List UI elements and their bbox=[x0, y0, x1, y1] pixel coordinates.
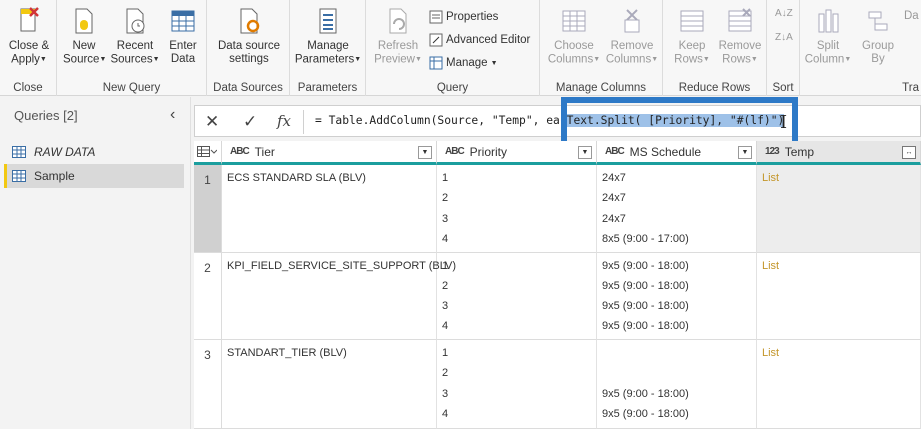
keep-rows-icon bbox=[680, 10, 704, 32]
new-source-icon bbox=[75, 8, 93, 34]
new-source-button[interactable]: New Source▼ bbox=[63, 6, 106, 67]
advanced-editor-button[interactable]: Advanced Editor bbox=[429, 33, 530, 47]
recent-sources-button[interactable]: Recent Sources▼ bbox=[109, 6, 161, 67]
table-cell[interactable]: ECS STANDARD SLA (BLV) bbox=[222, 165, 437, 253]
settings-doc-icon bbox=[240, 8, 260, 34]
row-number[interactable]: 1 bbox=[194, 165, 222, 253]
close-apply-icon bbox=[20, 7, 39, 32]
column-header-ms-schedule[interactable]: ABC MS Schedule ▼ bbox=[597, 141, 757, 165]
manage-columns-group: Choose Columns▼ Remove Columns▼ Manage C… bbox=[540, 0, 663, 96]
split-column-icon bbox=[818, 9, 839, 33]
table-icon bbox=[12, 170, 26, 182]
text-cursor-icon: I bbox=[780, 112, 788, 133]
query-group: Refresh Preview▼ Properties Advanced Edi… bbox=[366, 0, 540, 96]
data-sources-group: Data source settings Data Sources bbox=[207, 0, 290, 96]
table-cell[interactable]: 24x7 24x7 24x7 8x5 (9:00 - 17:00) bbox=[597, 165, 757, 253]
table-cell[interactable]: 9x5 (9:00 - 18:00) 9x5 (9:00 - 18:00) bbox=[597, 340, 757, 429]
number-type-icon: 123 bbox=[765, 146, 780, 157]
text-type-icon: ABC bbox=[230, 146, 250, 157]
remove-columns-icon bbox=[624, 9, 640, 33]
column-header-priority[interactable]: ABC Priority ▼ bbox=[437, 141, 597, 165]
manage-icon bbox=[429, 56, 443, 70]
refresh-icon bbox=[389, 8, 407, 34]
expand-column-icon[interactable]: ↔ bbox=[902, 146, 916, 159]
properties-button[interactable]: Properties bbox=[429, 10, 498, 24]
transform-group: Split Column▼ Group By Da Tra bbox=[800, 0, 921, 96]
table-cell[interactable]: 1 2 3 4 bbox=[437, 165, 597, 253]
cancel-icon[interactable]: ✕ bbox=[205, 112, 219, 132]
parameters-group: Manage Parameters▼ Parameters bbox=[290, 0, 366, 96]
sort-descending-icon: Z↓A bbox=[775, 32, 793, 43]
table-cell[interactable]: 9x5 (9:00 - 18:00) 9x5 (9:00 - 18:00) 9x… bbox=[597, 253, 757, 340]
column-header-temp[interactable]: 123 Temp ↔ bbox=[757, 141, 921, 165]
group-by-icon bbox=[868, 11, 888, 31]
sort-group: A↓Z Z↓A Sort bbox=[767, 0, 800, 96]
parameters-icon bbox=[319, 8, 337, 34]
enter-data-button[interactable]: Enter Data bbox=[165, 6, 201, 66]
filter-dropdown-icon[interactable]: ▼ bbox=[738, 146, 752, 159]
table-icon bbox=[12, 146, 26, 158]
queries-pane: Queries [2] ‹ RAW DATA Sample bbox=[0, 97, 191, 429]
table-cell[interactable]: STANDART_TIER (BLV) bbox=[222, 340, 437, 429]
table-menu-button[interactable] bbox=[194, 141, 222, 165]
table-cell[interactable]: List bbox=[757, 340, 921, 429]
commit-icon[interactable]: ✓ bbox=[243, 112, 257, 132]
split-column-button[interactable]: Split Column▼ bbox=[804, 6, 852, 67]
new-query-group: New Source▼ Recent Sources▼ Enter Data N… bbox=[57, 0, 207, 96]
ribbon: Close & Apply▼ Close New Source▼ Recent … bbox=[0, 0, 921, 96]
list-link[interactable]: List bbox=[762, 347, 779, 359]
reduce-rows-group: Keep Rows▼ Remove Rows▼ Reduce Rows bbox=[663, 0, 767, 96]
recent-sources-icon bbox=[126, 8, 145, 34]
refresh-preview-button[interactable]: Refresh Preview▼ bbox=[372, 6, 424, 67]
sort-ascending-button[interactable]: A↓Z bbox=[775, 8, 793, 19]
table-cell[interactable]: 1 2 3 4 bbox=[437, 340, 597, 429]
function-icon[interactable]: fx bbox=[277, 112, 291, 130]
remove-rows-icon bbox=[728, 8, 752, 32]
queries-header: Queries [2] bbox=[14, 108, 78, 123]
text-type-icon: ABC bbox=[605, 146, 625, 157]
query-item-sample[interactable]: Sample bbox=[4, 164, 184, 188]
filter-dropdown-icon[interactable]: ▼ bbox=[578, 146, 592, 159]
formula-bar: ✕ ✓ fx = Table.AddColumn(Source, "Temp",… bbox=[194, 105, 921, 137]
manage-parameters-button[interactable]: Manage Parameters▼ bbox=[292, 6, 364, 67]
remove-rows-button[interactable]: Remove Rows▼ bbox=[715, 6, 765, 67]
text-type-icon: ABC bbox=[445, 146, 465, 157]
data-source-settings-button[interactable]: Data source settings bbox=[211, 6, 287, 66]
keep-rows-button[interactable]: Keep Rows▼ bbox=[669, 6, 715, 67]
filter-dropdown-icon[interactable]: ▼ bbox=[418, 146, 432, 159]
close-apply-button[interactable]: Close & Apply▼ bbox=[4, 6, 54, 67]
sort-ascending-icon: A↓Z bbox=[775, 8, 793, 19]
query-item-raw-data[interactable]: RAW DATA bbox=[4, 140, 184, 164]
sort-descending-button[interactable]: Z↓A bbox=[775, 32, 793, 43]
row-number[interactable]: 3 bbox=[194, 340, 222, 429]
row-number[interactable]: 2 bbox=[194, 253, 222, 340]
list-link[interactable]: List bbox=[762, 172, 779, 184]
close-group: Close & Apply▼ Close bbox=[0, 0, 57, 96]
manage-button[interactable]: Manage ▼ bbox=[429, 56, 498, 70]
properties-icon bbox=[429, 10, 443, 24]
choose-columns-icon bbox=[562, 10, 586, 32]
group-by-button[interactable]: Group By bbox=[856, 6, 900, 66]
collapse-pane-icon[interactable]: ‹ bbox=[170, 106, 175, 124]
table-menu-icon bbox=[197, 145, 217, 157]
list-link[interactable]: List bbox=[762, 260, 779, 272]
remove-columns-button[interactable]: Remove Columns▼ bbox=[604, 6, 660, 67]
advanced-editor-icon bbox=[429, 33, 443, 47]
data-grid: ABC Tier ▼ ABC Priority ▼ ABC MS Schedul… bbox=[194, 141, 921, 429]
table-cell[interactable]: 1 2 3 4 bbox=[437, 253, 597, 340]
table-cell[interactable]: List bbox=[757, 253, 921, 340]
data-type-button[interactable]: Da bbox=[904, 10, 919, 22]
choose-columns-button[interactable]: Choose Columns▼ bbox=[546, 6, 602, 67]
column-header-tier[interactable]: ABC Tier ▼ bbox=[222, 141, 437, 165]
table-cell[interactable]: List bbox=[757, 165, 921, 253]
table-icon bbox=[171, 10, 195, 32]
table-cell[interactable]: KPI_FIELD_SERVICE_SITE_SUPPORT (BLV) bbox=[222, 253, 456, 340]
